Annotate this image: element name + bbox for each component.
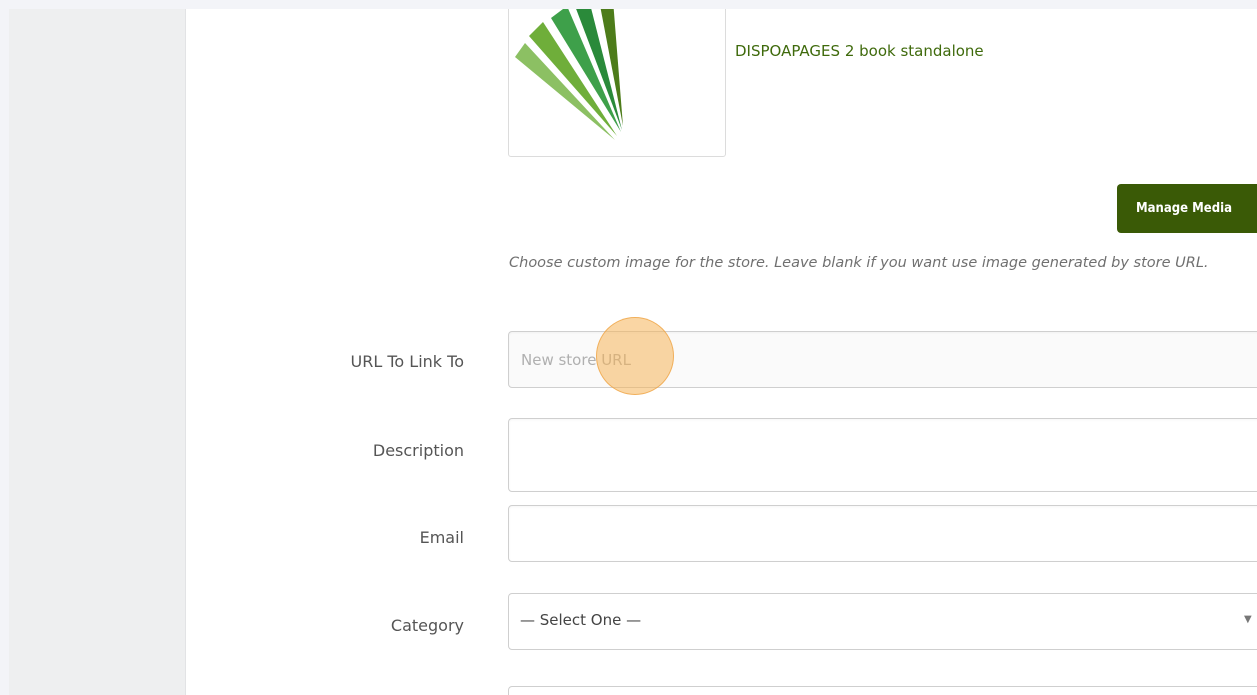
left-gutter (0, 9, 9, 695)
store-image-help-text: Choose custom image for the store. Leave… (509, 255, 1209, 271)
category-select[interactable]: — Select One — ▼ (508, 593, 1257, 650)
page-frame: DISPOAPAGES 2 book standalone Manage Med… (0, 0, 1257, 695)
sidebar (9, 9, 186, 695)
description-field[interactable] (508, 418, 1257, 492)
store-form-panel: DISPOAPAGES 2 book standalone Manage Med… (186, 9, 1257, 695)
email-label: Email (419, 528, 464, 547)
category-label: Category (390, 616, 464, 635)
category-selected-value: — Select One — (520, 611, 642, 629)
email-field[interactable] (508, 505, 1257, 562)
dropdown-arrow-icon: ▼ (1244, 614, 1252, 625)
url-label: URL To Link To (350, 352, 464, 371)
product-name-link[interactable]: DISPOAPAGES 2 book standalone (735, 42, 984, 60)
store-url-input[interactable] (508, 331, 1257, 388)
store-image-thumbnail[interactable] (508, 9, 726, 157)
green-fan-logo-icon (515, 9, 623, 140)
next-form-field[interactable] (508, 686, 1257, 695)
description-label: Description (372, 441, 464, 460)
top-strip (0, 0, 1257, 9)
manage-media-button[interactable]: Manage Media (1117, 184, 1257, 233)
